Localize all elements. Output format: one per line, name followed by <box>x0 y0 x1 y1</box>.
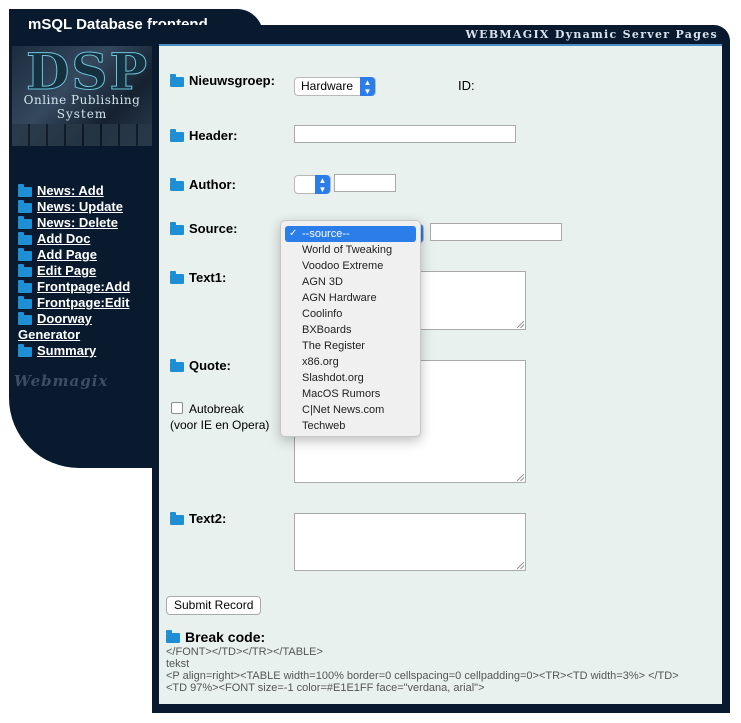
folder-icon <box>166 630 180 644</box>
author-label: Author: <box>170 177 236 192</box>
sidebar-curve <box>9 388 159 468</box>
source-option[interactable]: The Register <box>281 338 420 354</box>
sidebar-item-label: Edit Page <box>37 263 97 278</box>
logo-line2: System <box>56 107 108 121</box>
sidebar-item-add-page[interactable]: Add Page <box>18 247 153 263</box>
folder-icon <box>18 183 32 197</box>
header-input[interactable] <box>294 125 516 143</box>
break-code-line: <P align=right><TABLE width=100% border=… <box>166 670 679 682</box>
folder-icon <box>170 73 184 87</box>
source-label: Source: <box>170 221 237 236</box>
frame-bottom <box>152 704 730 713</box>
sidebar-item-summary[interactable]: Summary <box>18 343 153 359</box>
source-option[interactable]: Techweb <box>281 418 420 434</box>
text1-label: Text1: <box>170 270 226 285</box>
frame-divider <box>152 44 159 713</box>
folder-icon <box>18 263 32 277</box>
folder-icon <box>18 231 32 245</box>
folder-icon <box>18 279 32 293</box>
sidebar-item-label: Doorway <box>37 311 92 326</box>
submit-record-button[interactable]: Submit Record <box>166 596 262 615</box>
sidebar-item-news-update[interactable]: News: Update <box>18 199 153 215</box>
sidebar-item-news-add[interactable]: News: Add <box>18 183 153 199</box>
sidebar-item-label: News: Update <box>37 199 123 214</box>
author-input[interactable] <box>334 174 396 192</box>
source-option[interactable]: BXBoards <box>281 322 420 338</box>
nieuwsgroep-label: Nieuwsgroep: <box>170 73 275 88</box>
sidebar-item-label: Summary <box>37 343 97 358</box>
sidebar-item-generator[interactable]: Generator <box>18 327 153 343</box>
folder-icon <box>170 128 184 142</box>
folder-icon <box>18 311 32 325</box>
tagline: WEBMAGIX Dynamic Server Pages <box>465 28 718 41</box>
sidebar-item-frontpage-add[interactable]: Frontpage:Add <box>18 279 153 295</box>
frame-right-edge <box>722 44 730 713</box>
source-option[interactable]: ✓ --source-- <box>285 226 416 242</box>
folder-icon <box>170 358 184 372</box>
nieuwsgroep-value: Hardware <box>301 79 354 93</box>
folder-icon <box>18 295 32 309</box>
webmagix-brand: Webmagix <box>14 372 109 390</box>
sidebar-item-label: News: Delete <box>37 215 118 230</box>
quote-label: Quote: <box>170 358 231 373</box>
break-code-line: tekst <box>166 658 190 670</box>
sidebar-item-label: Frontpage:Add <box>37 279 131 294</box>
break-code-title: Break code: <box>166 629 265 645</box>
folder-icon <box>18 247 32 261</box>
sidebar-item-edit-page[interactable]: Edit Page <box>18 263 153 279</box>
source-option[interactable]: MacOS Rumors <box>281 386 420 402</box>
checkmark-icon: ✓ <box>289 228 298 239</box>
break-code-line: <TD 97%><FONT size=-1 color=#E1E1FF face… <box>166 682 485 694</box>
folder-icon <box>170 511 184 525</box>
sidebar-item-frontpage-edit[interactable]: Frontpage:Edit <box>18 295 153 311</box>
select-arrows-icon: ▲▼ <box>315 175 330 194</box>
source-option[interactable]: Slashdot.org <box>281 370 420 386</box>
text2-textarea[interactable] <box>294 513 526 571</box>
source-option[interactable]: Voodoo Extreme <box>281 258 420 274</box>
folder-icon <box>18 199 32 213</box>
folder-icon <box>18 343 32 357</box>
sidebar-item-doorway[interactable]: Doorway <box>18 311 153 327</box>
nieuwsgroep-select[interactable]: Hardware ▲ ▼ <box>294 77 376 96</box>
resize-handle-icon[interactable] <box>517 474 524 481</box>
folder-icon <box>170 221 184 235</box>
logo-keyboard-image <box>12 124 152 146</box>
autobreak-label: Autobreak <box>189 402 244 416</box>
sidebar-item-news-delete[interactable]: News: Delete <box>18 215 153 231</box>
logo-line1: Online Publishing <box>23 93 141 107</box>
select-arrows-icon: ▲▼ <box>360 77 375 96</box>
source-input[interactable] <box>430 223 562 241</box>
source-option[interactable]: Coolinfo <box>281 306 420 322</box>
sidebar-item-add-doc[interactable]: Add Doc <box>18 231 153 247</box>
text2-label: Text2: <box>170 511 226 526</box>
folder-icon <box>170 270 184 284</box>
autobreak-checkbox[interactable] <box>171 402 183 414</box>
source-option[interactable]: AGN Hardware <box>281 290 420 306</box>
sidebar-item-label: Add Doc <box>37 231 91 246</box>
autobreak-note: (voor IE en Opera) <box>170 418 270 432</box>
source-option[interactable]: AGN 3D <box>281 274 420 290</box>
sidebar-item-label: Frontpage:Edit <box>37 295 130 310</box>
resize-handle-icon[interactable] <box>517 321 524 328</box>
sidebar-nav: News: Add News: Update News: Delete Add … <box>18 183 153 359</box>
source-option[interactable]: World of Tweaking <box>281 242 420 258</box>
source-option[interactable]: x86.org <box>281 354 420 370</box>
folder-icon <box>18 215 32 229</box>
tagline-bar: WEBMAGIX Dynamic Server Pages <box>150 25 730 45</box>
source-option[interactable]: C|Net News.com <box>281 402 420 418</box>
sidebar-item-label: Generator <box>18 327 81 342</box>
folder-icon <box>170 177 184 191</box>
sidebar-item-label: Add Page <box>37 247 97 262</box>
author-select[interactable]: ▲ ▼ <box>294 175 331 194</box>
break-code-line: </FONT></TD></TR></TABLE> <box>166 646 323 658</box>
id-label: ID: <box>458 78 475 93</box>
header-label: Header: <box>170 128 237 143</box>
dsp-logo: DSP Online Publishing System <box>12 46 152 146</box>
sidebar-item-label: News: Add <box>37 183 104 198</box>
resize-handle-icon[interactable] <box>517 562 524 569</box>
source-dropdown-menu: ✓ --source-- World of Tweaking Voodoo Ext… <box>280 220 421 437</box>
